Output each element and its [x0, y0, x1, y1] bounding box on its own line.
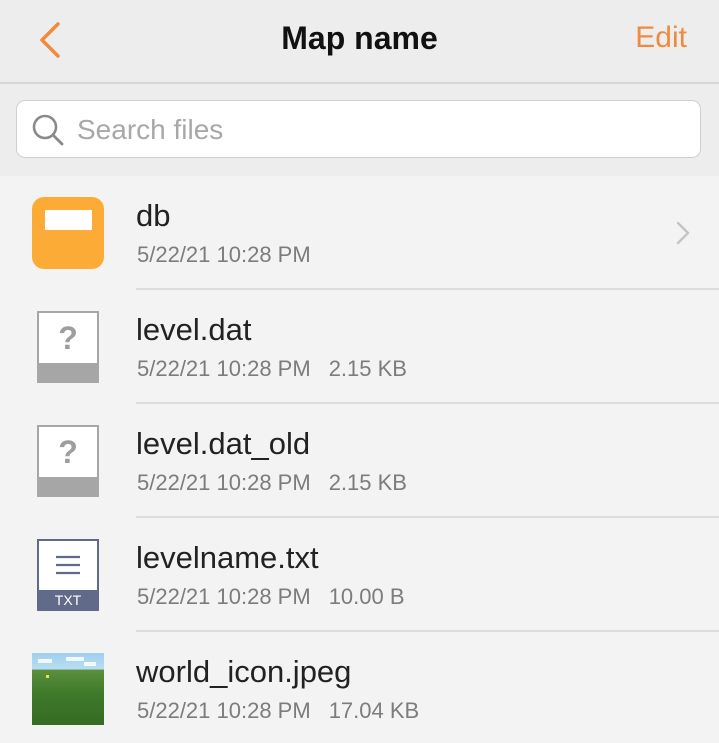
txt-label: TXT [37, 590, 99, 611]
search-icon [32, 114, 64, 146]
image-thumbnail [32, 653, 104, 725]
file-meta: 5/22/21 10:28 PM [137, 240, 311, 270]
file-list: db 5/22/21 10:28 PM ? level.dat 5/22/21 … [0, 176, 719, 743]
file-date: 5/22/21 10:28 PM [137, 356, 311, 381]
file-size: 10.00 B [328, 584, 405, 609]
file-row-levelname-txt[interactable]: TXT levelname.txt 5/22/21 10:28 PM 10.00 … [0, 518, 719, 632]
file-meta: 5/22/21 10:28 PM 2.15 KB [137, 354, 407, 384]
text-file-icon: TXT [32, 539, 104, 611]
file-browser-screen: Map name Edit db 5/22/21 10:28 PM [0, 0, 719, 743]
file-date: 5/22/21 10:28 PM [137, 698, 311, 723]
file-size: 17.04 KB [328, 698, 420, 723]
file-size: 2.15 KB [328, 356, 407, 381]
file-meta: 5/22/21 10:28 PM 2.15 KB [137, 468, 407, 498]
chevron-right-icon [676, 221, 690, 245]
file-name: world_icon.jpeg [136, 654, 352, 689]
file-row-level-dat[interactable]: ? level.dat 5/22/21 10:28 PM 2.15 KB [0, 290, 719, 404]
file-name: db [136, 198, 171, 233]
navigation-bar: Map name Edit [0, 0, 719, 84]
file-meta: 5/22/21 10:28 PM 17.04 KB [137, 696, 419, 726]
file-date: 5/22/21 10:28 PM [137, 584, 311, 609]
file-row-world-icon-jpeg[interactable]: world_icon.jpeg 5/22/21 10:28 PM 17.04 KB [0, 632, 719, 743]
file-meta: 5/22/21 10:28 PM 10.00 B [137, 582, 405, 612]
page-title: Map name [281, 20, 438, 56]
edit-button[interactable]: Edit [635, 18, 687, 58]
file-row-db[interactable]: db 5/22/21 10:28 PM [0, 176, 719, 290]
file-date: 5/22/21 10:28 PM [137, 470, 311, 495]
folder-icon [32, 197, 104, 269]
unknown-file-icon: ? [32, 425, 104, 497]
file-row-level-dat-old[interactable]: ? level.dat_old 5/22/21 10:28 PM 2.15 KB [0, 404, 719, 518]
search-area [0, 84, 719, 176]
file-name: level.dat_old [136, 426, 311, 461]
file-date: 5/22/21 10:28 PM [137, 242, 311, 267]
search-box[interactable] [16, 100, 701, 158]
file-name: level.dat [136, 312, 252, 347]
unknown-file-icon: ? [32, 311, 104, 383]
search-input[interactable] [75, 109, 679, 151]
file-size: 2.15 KB [328, 470, 407, 495]
file-name: levelname.txt [136, 540, 319, 575]
